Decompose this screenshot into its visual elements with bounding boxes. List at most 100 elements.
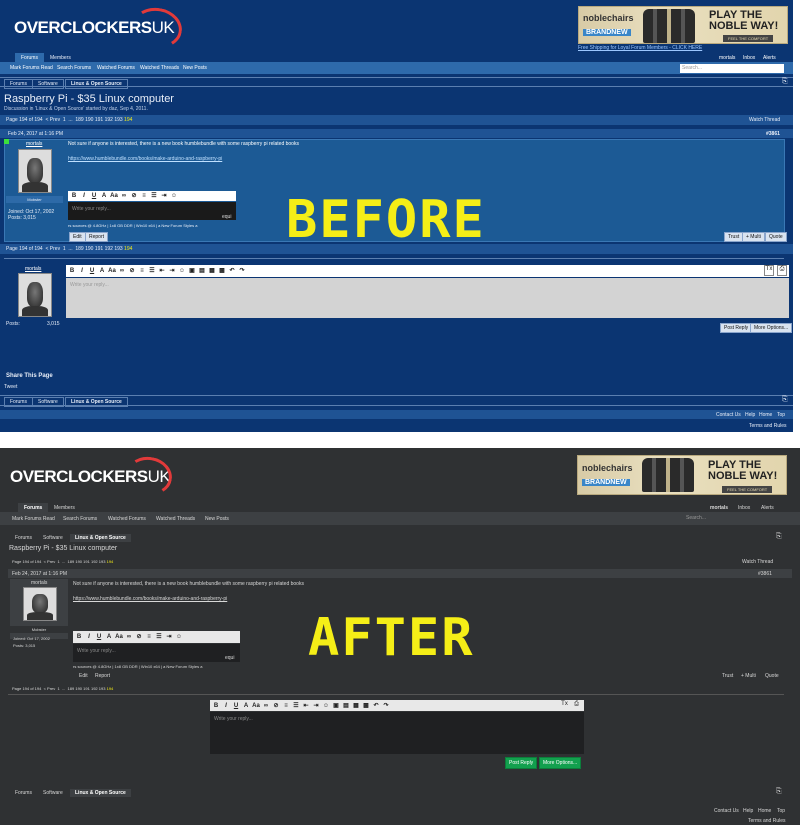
- page-link[interactable]: 189: [68, 686, 75, 691]
- font-size-icon[interactable]: Aa: [110, 192, 118, 200]
- breadcrumb-forums[interactable]: Forums: [4, 397, 33, 407]
- inbox-link[interactable]: Inbox: [743, 55, 755, 61]
- top-link[interactable]: Top: [777, 412, 785, 418]
- page-link[interactable]: 193: [99, 686, 106, 691]
- page-link[interactable]: 189: [68, 559, 75, 564]
- watched-threads-link[interactable]: Watched Threads: [156, 516, 195, 522]
- font-size-icon[interactable]: Aa: [252, 702, 260, 710]
- underline-icon[interactable]: U: [88, 267, 96, 275]
- bold-icon[interactable]: B: [70, 192, 78, 200]
- page-1-link[interactable]: 1: [58, 686, 60, 691]
- list-icon[interactable]: ☰: [292, 702, 300, 710]
- underline-icon[interactable]: U: [95, 633, 103, 641]
- page-link[interactable]: 190: [75, 559, 82, 564]
- breadcrumb-software[interactable]: Software: [38, 789, 68, 797]
- page-link[interactable]: 189: [75, 246, 83, 252]
- align-icon[interactable]: ≡: [145, 633, 153, 641]
- search-forums-link[interactable]: Search Forums: [63, 516, 97, 522]
- watch-thread-link[interactable]: Watch Thread: [742, 559, 773, 565]
- italic-icon[interactable]: I: [222, 702, 230, 710]
- font-color-icon[interactable]: A: [242, 702, 250, 710]
- quick-reply-editor[interactable]: Write your reply...: [68, 202, 236, 220]
- trust-button[interactable]: Trust: [724, 232, 744, 242]
- page-link[interactable]: 192: [105, 117, 113, 123]
- font-color-icon[interactable]: A: [98, 267, 106, 275]
- page-link[interactable]: 190: [85, 246, 93, 252]
- more-options-button[interactable]: More Options...: [750, 323, 793, 333]
- link-icon[interactable]: ∞: [125, 633, 133, 641]
- outdent-icon[interactable]: ⇤: [302, 702, 310, 710]
- multi-quote-button[interactable]: + Multi: [741, 673, 756, 679]
- post-number[interactable]: #3861: [766, 131, 780, 137]
- breadcrumb-forums[interactable]: Forums: [4, 79, 33, 89]
- author-avatar[interactable]: [23, 587, 57, 621]
- ad-banner[interactable]: noblechairs PLAY THE NOBLE WAY! BRANDNEW …: [578, 6, 788, 44]
- toggle-bbcode-icon[interactable]: ⎙: [777, 265, 787, 276]
- page-link[interactable]: 192: [91, 686, 98, 691]
- home-link[interactable]: Home: [759, 412, 772, 418]
- home-link[interactable]: Home: [758, 808, 771, 814]
- page-1-link[interactable]: 1: [63, 117, 66, 123]
- alerts-link[interactable]: Alerts: [761, 505, 774, 511]
- author-avatar[interactable]: [18, 149, 52, 193]
- contact-link[interactable]: Contact Us: [714, 808, 739, 814]
- redo-icon[interactable]: ↷: [382, 702, 390, 710]
- unlink-icon[interactable]: ⊘: [130, 192, 138, 200]
- tweet-button[interactable]: Tweet: [4, 384, 17, 390]
- image-icon[interactable]: ▣: [332, 702, 340, 710]
- align-icon[interactable]: ≡: [138, 267, 146, 275]
- rss-icon[interactable]: ⎘: [782, 78, 788, 86]
- undo-icon[interactable]: ↶: [372, 702, 380, 710]
- page-1-link[interactable]: 1: [58, 559, 60, 564]
- page-link[interactable]: 192: [91, 559, 98, 564]
- author-name[interactable]: mortals: [26, 141, 42, 147]
- post-number[interactable]: #3861: [758, 571, 772, 577]
- font-color-icon[interactable]: A: [105, 633, 113, 641]
- site-logo[interactable]: OVERCLOCKERSUK: [10, 453, 175, 499]
- italic-icon[interactable]: I: [85, 633, 93, 641]
- watched-forums-link[interactable]: Watched Forums: [97, 65, 135, 71]
- search-forums-link[interactable]: Search Forums: [57, 65, 91, 71]
- indent-icon[interactable]: ⇥: [160, 192, 168, 200]
- promo-link[interactable]: Free Shipping for Loyal Forum Members - …: [578, 45, 702, 51]
- breadcrumb-software[interactable]: Software: [32, 397, 64, 407]
- italic-icon[interactable]: I: [80, 192, 88, 200]
- font-size-icon[interactable]: Aa: [108, 267, 116, 275]
- indent-icon[interactable]: ⇥: [165, 633, 173, 641]
- user-link[interactable]: mortals: [719, 55, 735, 61]
- search-input[interactable]: Search...: [684, 514, 784, 523]
- alerts-link[interactable]: Alerts: [763, 55, 776, 61]
- breadcrumb-forums[interactable]: Forums: [10, 534, 37, 542]
- media-icon[interactable]: ▤: [342, 702, 350, 710]
- site-logo[interactable]: OVERCLOCKERSUK: [14, 3, 186, 53]
- prev-link[interactable]: < Prev: [44, 559, 56, 564]
- undo-icon[interactable]: ↶: [228, 267, 236, 275]
- breadcrumb-forums[interactable]: Forums: [10, 789, 37, 797]
- prev-link[interactable]: < Prev: [45, 246, 60, 252]
- new-posts-link[interactable]: New Posts: [205, 516, 229, 522]
- list-icon[interactable]: ☰: [150, 192, 158, 200]
- contact-link[interactable]: Contact Us: [716, 412, 741, 418]
- help-link[interactable]: Help: [743, 808, 753, 814]
- multi-quote-button[interactable]: + Multi: [742, 232, 765, 242]
- reply-author-name[interactable]: mortals: [25, 266, 41, 272]
- link-icon[interactable]: ∞: [118, 267, 126, 275]
- page-link[interactable]: 190: [75, 686, 82, 691]
- mark-forums-read-link[interactable]: Mark Forums Read: [12, 516, 55, 522]
- reply-editor[interactable]: Write your reply...: [210, 712, 584, 754]
- page-link[interactable]: 193: [114, 246, 122, 252]
- font-color-icon[interactable]: A: [100, 192, 108, 200]
- remove-format-icon[interactable]: Tx: [764, 265, 774, 276]
- unlink-icon[interactable]: ⊘: [135, 633, 143, 641]
- page-link[interactable]: 193: [99, 559, 106, 564]
- link-icon[interactable]: ∞: [262, 702, 270, 710]
- new-posts-link[interactable]: New Posts: [183, 65, 207, 71]
- breadcrumb-linux[interactable]: Linux & Open Source: [65, 397, 128, 407]
- rss-icon[interactable]: ⎘: [776, 788, 782, 796]
- save-icon[interactable]: ▩: [218, 267, 226, 275]
- underline-icon[interactable]: U: [232, 702, 240, 710]
- watched-forums-link[interactable]: Watched Forums: [108, 516, 146, 522]
- page-link[interactable]: 191: [95, 246, 103, 252]
- page-link[interactable]: 189: [75, 117, 83, 123]
- breadcrumb-software[interactable]: Software: [38, 534, 68, 542]
